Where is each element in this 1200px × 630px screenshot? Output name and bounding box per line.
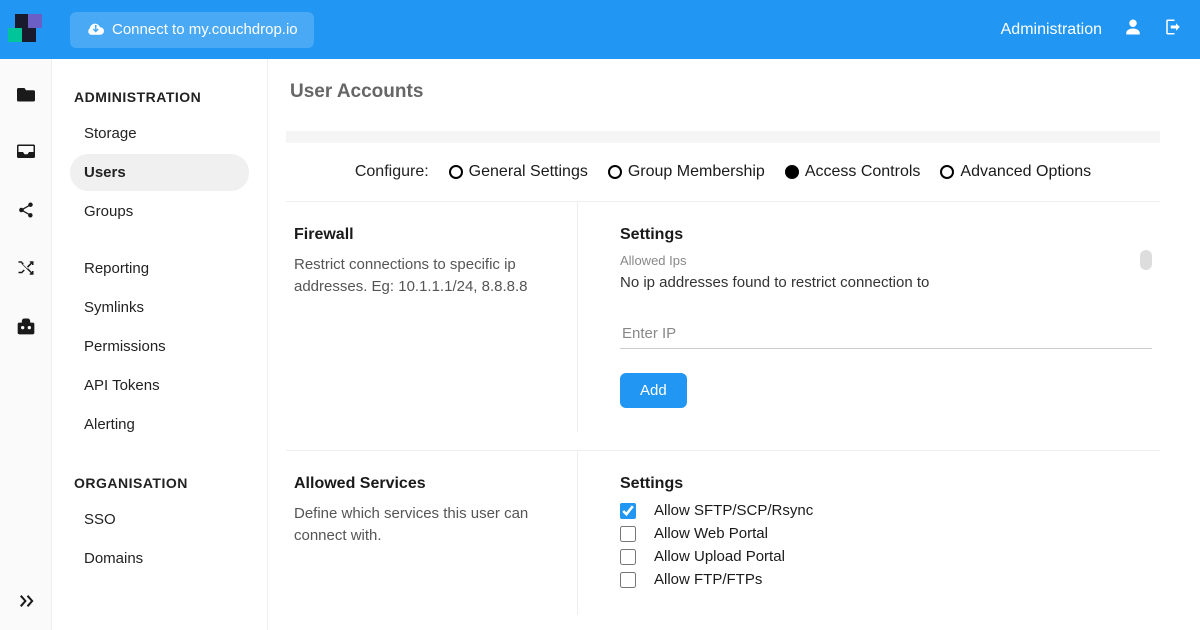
radio-icon (785, 165, 799, 179)
configure-label: Configure: (355, 163, 429, 181)
add-button[interactable]: Add (620, 373, 687, 408)
checkbox-label: Allow FTP/FTPs (654, 571, 762, 588)
checkbox-web-portal[interactable] (620, 526, 636, 542)
checkbox-ftp[interactable] (620, 572, 636, 588)
tab-label: Group Membership (628, 163, 765, 181)
tab-label: Advanced Options (960, 163, 1091, 181)
services-heading: Allowed Services (294, 475, 557, 493)
services-settings-heading: Settings (620, 475, 1152, 493)
firewall-heading: Firewall (294, 226, 557, 244)
topbar: Connect to my.couchdrop.io Administratio… (0, 0, 1200, 59)
checkbox-sftp[interactable] (620, 503, 636, 519)
sidebar-item-groups[interactable]: Groups (70, 193, 249, 230)
iconbar (0, 59, 52, 630)
inbox-icon[interactable] (15, 141, 37, 163)
sidebar-item-sso[interactable]: SSO (70, 501, 249, 538)
sidebar-item-users[interactable]: Users (70, 154, 249, 191)
checkbox-label: Allow SFTP/SCP/Rsync (654, 502, 813, 519)
sidebar-item-api-tokens[interactable]: API Tokens (70, 367, 249, 404)
checkbox-label: Allow Web Portal (654, 525, 768, 542)
sidebar: ADMINISTRATION Storage Users Groups Repo… (52, 59, 268, 630)
sidebar-item-permissions[interactable]: Permissions (70, 328, 249, 365)
radio-icon (608, 165, 622, 179)
tab-label: General Settings (469, 163, 588, 181)
tab-advanced-options[interactable]: Advanced Options (940, 163, 1091, 181)
tab-general-settings[interactable]: General Settings (449, 163, 588, 181)
sidebar-heading-org: ORGANISATION (74, 475, 245, 491)
logout-icon[interactable] (1164, 18, 1182, 41)
administration-link[interactable]: Administration (1001, 21, 1102, 39)
firewall-settings-heading: Settings (620, 226, 1152, 244)
sidebar-item-reporting[interactable]: Reporting (70, 250, 249, 287)
checkbox-upload-portal[interactable] (620, 549, 636, 565)
sidebar-item-symlinks[interactable]: Symlinks (70, 289, 249, 326)
divider-strip (286, 131, 1160, 143)
robot-icon[interactable] (15, 315, 37, 337)
sidebar-item-storage[interactable]: Storage (70, 115, 249, 152)
main: User Accounts Configure: General Setting… (268, 59, 1200, 630)
checkbox-label: Allow Upload Portal (654, 548, 785, 565)
share-icon[interactable] (15, 199, 37, 221)
config-tabs: Configure: General Settings Group Member… (286, 157, 1160, 201)
user-icon[interactable] (1124, 18, 1142, 41)
cloud-icon (86, 21, 104, 39)
tab-group-membership[interactable]: Group Membership (608, 163, 765, 181)
connect-button[interactable]: Connect to my.couchdrop.io (70, 12, 314, 48)
no-ips-text: No ip addresses found to restrict connec… (620, 274, 1152, 291)
radio-icon (940, 165, 954, 179)
tab-label: Access Controls (805, 163, 921, 181)
sidebar-item-alerting[interactable]: Alerting (70, 406, 249, 443)
sidebar-item-domains[interactable]: Domains (70, 540, 249, 577)
logo[interactable] (8, 14, 40, 46)
page-title: User Accounts (286, 81, 1160, 103)
allowed-ips-toggle[interactable] (1140, 250, 1152, 270)
connect-button-label: Connect to my.couchdrop.io (112, 21, 298, 38)
allowed-ips-label: Allowed Ips (620, 253, 686, 268)
sidebar-heading-admin: ADMINISTRATION (74, 89, 245, 105)
ip-input[interactable] (620, 319, 1152, 349)
firewall-section: Firewall Restrict connections to specifi… (286, 201, 1160, 432)
firewall-desc: Restrict connections to specific ip addr… (294, 254, 557, 298)
services-section: Allowed Services Define which services t… (286, 450, 1160, 615)
services-desc: Define which services this user can conn… (294, 503, 557, 547)
topbar-right: Administration (1001, 18, 1182, 41)
expand-icon[interactable] (15, 590, 37, 612)
radio-icon (449, 165, 463, 179)
folder-icon[interactable] (15, 83, 37, 105)
tab-access-controls[interactable]: Access Controls (785, 163, 921, 181)
shuffle-icon[interactable] (15, 257, 37, 279)
